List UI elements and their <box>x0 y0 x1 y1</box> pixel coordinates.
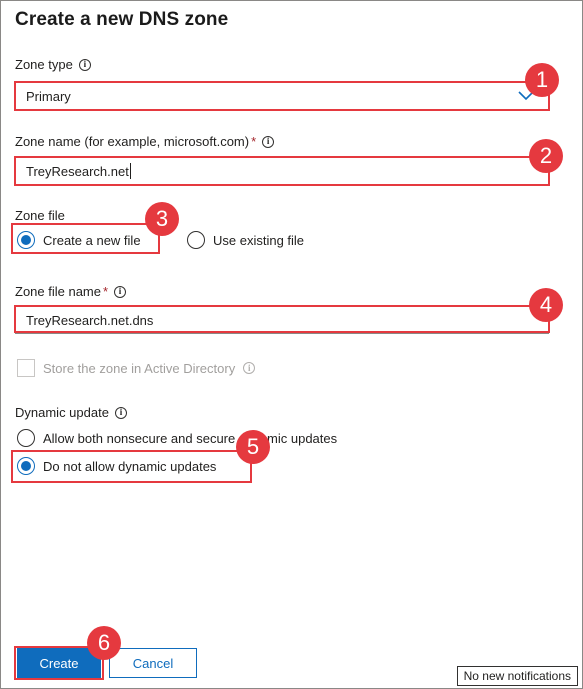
info-icon[interactable]: i <box>114 406 127 419</box>
zone-file-label: Zone file <box>15 208 65 223</box>
notification-toast[interactable]: No new notifications <box>456 666 578 686</box>
callout-badge-4: 4 <box>529 288 563 322</box>
radio-use-existing-file[interactable]: Use existing file <box>187 231 304 249</box>
zone-name-label-row: Zone name (for example, microsoft.com) *… <box>15 134 275 149</box>
dialog-panel: Create a new DNS zone Zone type i Primar… <box>0 0 583 689</box>
text-cursor <box>129 163 131 179</box>
radio-create-new-file[interactable]: Create a new file <box>17 231 141 249</box>
radio-do-not-allow-dynamic-updates[interactable]: Do not allow dynamic updates <box>17 457 216 475</box>
required-marker: * <box>251 134 257 149</box>
store-in-ad-checkbox <box>17 359 35 377</box>
callout-badge-2: 2 <box>529 139 563 173</box>
zone-name-label: Zone name (for example, microsoft.com) <box>15 134 250 149</box>
required-marker: * <box>103 284 109 299</box>
zone-file-name-value: TreyResearch.net.dns <box>26 312 154 328</box>
zone-type-value: Primary <box>26 88 71 104</box>
callout-badge-5: 5 <box>236 430 270 464</box>
zone-name-value: TreyResearch.net <box>26 163 129 179</box>
callout-badge-6: 6 <box>87 626 121 660</box>
create-button[interactable]: Create <box>17 648 101 678</box>
zone-name-input[interactable]: TreyResearch.net <box>15 157 549 185</box>
info-icon[interactable]: i <box>114 285 127 298</box>
radio-button[interactable] <box>17 429 35 447</box>
dialog-title: Create a new DNS zone <box>15 9 229 30</box>
dynamic-update-label: Dynamic update <box>15 405 109 420</box>
store-in-ad-label: Store the zone in Active Directory <box>43 360 236 376</box>
radio-label: Use existing file <box>213 232 305 248</box>
zone-file-label-row: Zone file <box>15 208 65 223</box>
radio-label: Do not allow dynamic updates <box>43 458 217 474</box>
zone-type-dropdown[interactable]: Primary <box>15 82 549 110</box>
radio-button-selected[interactable] <box>17 457 35 475</box>
info-icon[interactable]: i <box>78 58 91 71</box>
zone-type-label-row: Zone type i <box>15 57 91 72</box>
radio-button-selected[interactable] <box>17 231 35 249</box>
cancel-button[interactable]: Cancel <box>109 648 197 678</box>
radio-label: Allow both nonsecure and secure dynamic … <box>43 430 338 446</box>
zone-file-name-label: Zone file name <box>15 284 101 299</box>
callout-badge-1: 1 <box>525 63 559 97</box>
zone-file-name-input[interactable]: TreyResearch.net.dns <box>15 306 549 334</box>
info-icon[interactable]: i <box>262 135 275 148</box>
radio-allow-dynamic-updates[interactable]: Allow both nonsecure and secure dynamic … <box>17 429 337 447</box>
radio-label: Create a new file <box>43 232 141 248</box>
callout-badge-3: 3 <box>145 202 179 236</box>
radio-button[interactable] <box>187 231 205 249</box>
info-icon: i <box>243 362 256 374</box>
zone-type-label: Zone type <box>15 57 73 72</box>
store-in-ad-checkbox-row: Store the zone in Active Directory i <box>17 359 256 377</box>
dynamic-update-label-row: Dynamic update i <box>15 405 127 420</box>
zone-file-name-label-row: Zone file name * i <box>15 284 127 299</box>
